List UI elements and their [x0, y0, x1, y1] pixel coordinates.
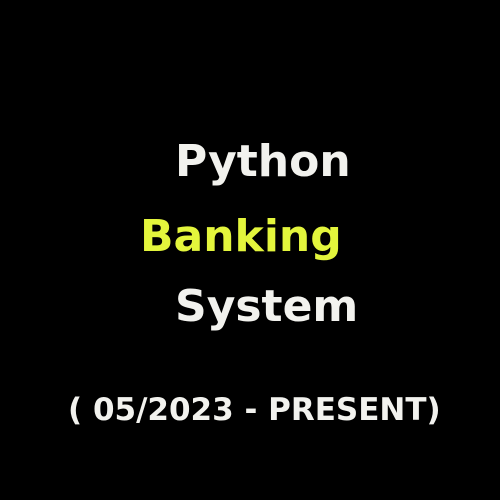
title-line-banking: Banking: [140, 211, 342, 262]
title-line-python: Python: [175, 136, 351, 187]
title-line-system: System: [175, 281, 359, 332]
title-card: Python Banking System ( 05/2023 - PRESEN…: [0, 0, 500, 500]
date-range: ( 05/2023 - PRESENT): [68, 392, 441, 428]
